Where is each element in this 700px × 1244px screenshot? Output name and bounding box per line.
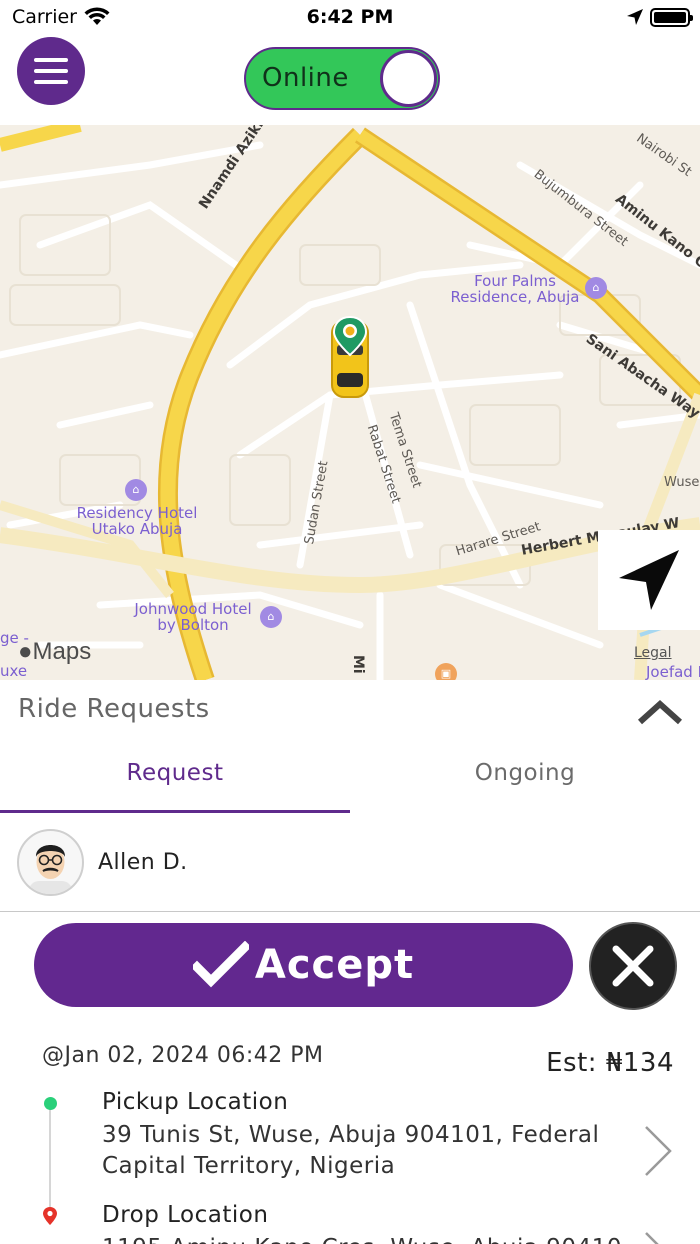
accept-button[interactable]: Accept — [34, 923, 573, 1007]
chevron-right-icon[interactable] — [640, 1230, 674, 1244]
avatar — [17, 829, 84, 896]
legal-link[interactable]: Legal — [634, 645, 672, 661]
toggle-knob — [380, 50, 437, 107]
poi-residency-line2: Utako Abuja — [91, 520, 183, 538]
car-marker — [328, 315, 372, 405]
poi-four-palms[interactable]: Four Palms Residence, Abuja — [440, 273, 590, 305]
ride-date: @Jan 02, 2024 06:42 PM — [42, 1043, 324, 1068]
location-arrow-icon — [626, 8, 644, 30]
shopping-icon: ▣ — [435, 663, 457, 680]
apple-icon: ● — [18, 638, 33, 665]
online-label: Online — [262, 63, 349, 93]
navigation-arrow-icon — [619, 550, 679, 610]
hotel-icon: ⌂ — [125, 479, 147, 501]
recenter-button[interactable] — [598, 530, 700, 630]
request-tabs: Request Ongoing — [0, 740, 700, 814]
online-toggle[interactable]: Online — [244, 47, 440, 110]
maps-brand-label: Maps — [32, 638, 92, 665]
battery-icon — [650, 8, 693, 27]
rider-row: Allen D. — [0, 814, 700, 912]
drop-title: Drop Location — [102, 1202, 269, 1228]
driver-home-screen: Carrier 6:42 PM Online Nairobi St Bujumb… — [0, 0, 700, 1244]
chevron-right-icon[interactable] — [640, 1124, 674, 1182]
sheet-title: Ride Requests — [18, 694, 210, 724]
pickup-dot-icon — [44, 1097, 57, 1110]
estimated-fare: Est: ₦134 — [546, 1048, 674, 1078]
poi-residency-hotel[interactable]: Residency Hotel Utako Abuja — [62, 505, 212, 537]
close-icon — [612, 945, 654, 987]
pickup-title: Pickup Location — [102, 1089, 289, 1115]
hamburger-icon — [34, 58, 68, 62]
active-tab-indicator — [0, 810, 350, 813]
pickup-address: 39 Tunis St, Wuse, Abuja 904101, Federal… — [102, 1122, 600, 1179]
chevron-up-icon[interactable] — [636, 696, 684, 730]
poi-johnwood-hotel[interactable]: Johnwood Hotel by Bolton — [118, 601, 268, 633]
drop-pin-icon — [42, 1206, 58, 1230]
rider-name: Allen D. — [98, 850, 188, 875]
menu-button[interactable] — [17, 37, 85, 105]
poi-residency-line1: Residency Hotel — [76, 504, 198, 522]
map-view[interactable]: Nnamdi Azikiwe Expressway Nairobi St Buj… — [0, 125, 700, 680]
poi-johnwood-line2: by Bolton — [157, 616, 229, 634]
hotel-icon: ⌂ — [585, 277, 607, 299]
map-label-joefad: Joefad Ho — [646, 663, 700, 680]
clock: 6:42 PM — [306, 6, 394, 28]
poi-johnwood-line1: Johnwood Hotel — [134, 600, 252, 618]
ride-requests-header[interactable]: Ride Requests — [0, 680, 700, 740]
poi-four-palms-line2: Residence, Abuja — [450, 288, 580, 306]
status-bar: Carrier 6:42 PM — [0, 0, 700, 36]
decline-button[interactable] — [589, 922, 677, 1010]
hamburger-line — [34, 69, 68, 73]
tab-request[interactable]: Request — [0, 760, 350, 786]
hotel-icon: ⌂ — [260, 606, 282, 628]
checkmark-icon — [192, 941, 249, 988]
tab-ongoing[interactable]: Ongoing — [350, 760, 700, 786]
map-label-wuse: Wuse — [664, 475, 700, 490]
route-line — [49, 1108, 51, 1208]
accept-label: Accept — [254, 942, 415, 988]
apple-maps-logo: ●Maps — [18, 638, 91, 666]
map-label-mi: Mi — [350, 655, 366, 674]
poi-four-palms-line1: Four Palms — [474, 272, 556, 290]
car-icon — [331, 315, 369, 398]
drop-address: 1195 Aminu Kano Cres, Wuse, Abuja 904101 — [102, 1233, 622, 1244]
hamburger-line — [34, 80, 68, 84]
